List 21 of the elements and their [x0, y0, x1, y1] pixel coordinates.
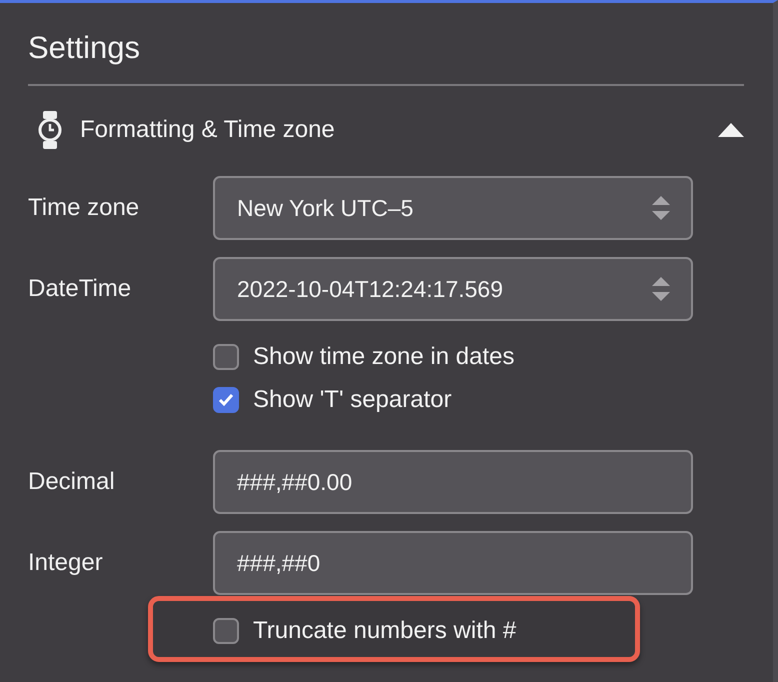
- field-label: Decimal: [28, 468, 116, 496]
- checkbox[interactable]: [213, 344, 239, 370]
- field-label: Time zone: [28, 194, 140, 222]
- up-down-arrows-icon: [651, 276, 671, 302]
- check-icon: [218, 393, 234, 407]
- up-down-arrows-icon: [651, 195, 671, 221]
- checkbox-label: Show 'T' separator: [253, 386, 452, 414]
- field-label: DateTime: [28, 275, 132, 303]
- caret-icon: [718, 123, 744, 137]
- field-label: Integer: [28, 549, 104, 577]
- checkbox[interactable]: [213, 387, 239, 413]
- input-field[interactable]: ###,##0: [213, 531, 693, 595]
- settings-title: Settings: [28, 29, 142, 67]
- watch-icon: [38, 111, 62, 149]
- section-header[interactable]: Formatting & Time zone: [28, 86, 744, 174]
- select-field[interactable]: New York UTC–5: [213, 176, 693, 240]
- checkbox-label: Show time zone in dates: [253, 343, 514, 371]
- checkbox-label: Truncate numbers with #: [253, 617, 516, 645]
- select-field[interactable]: 2022-10-04T12:24:17.569: [213, 257, 693, 321]
- input-field[interactable]: ###,##0.00: [213, 450, 693, 514]
- checkbox[interactable]: [213, 618, 239, 644]
